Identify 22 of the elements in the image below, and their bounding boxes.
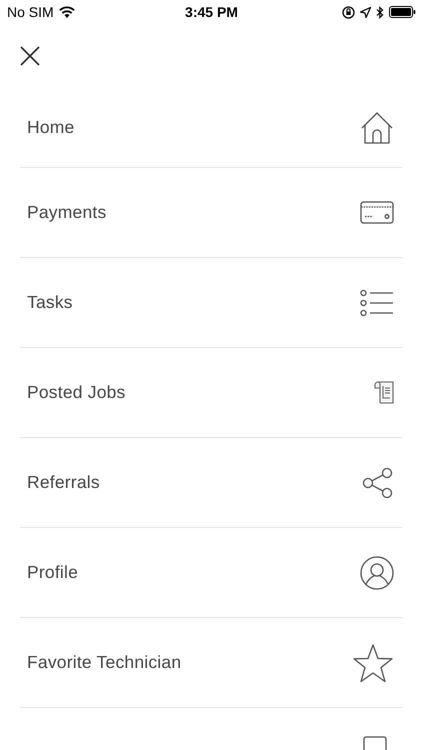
star-icon [352,642,394,682]
carrier-text: No SIM [7,4,54,20]
rotation-lock-icon [342,6,355,18]
credit-card-icon [360,200,394,224]
menu-item[interactable]: Favorite Technician [27,652,182,673]
share-icon [362,466,394,498]
battery-icon [388,6,416,18]
document-icon [374,380,394,404]
menu-item[interactable]: Home [27,117,74,138]
menu-item[interactable]: Tasks [27,292,73,313]
clock-time: 3:45 PM [185,4,238,20]
close-icon [20,46,40,66]
menu-item[interactable]: Posted Jobs [27,382,126,403]
menu-item[interactable]: Payments [27,202,106,223]
profile-icon [360,556,394,590]
location-arrow-icon [360,6,371,18]
home-icon [360,110,394,144]
menu-item[interactable]: Referrals [27,472,100,493]
wifi-icon [58,6,75,18]
bluetooth-icon [376,6,384,18]
menu-item[interactable]: Profile [27,562,78,583]
list-icon [360,288,394,316]
